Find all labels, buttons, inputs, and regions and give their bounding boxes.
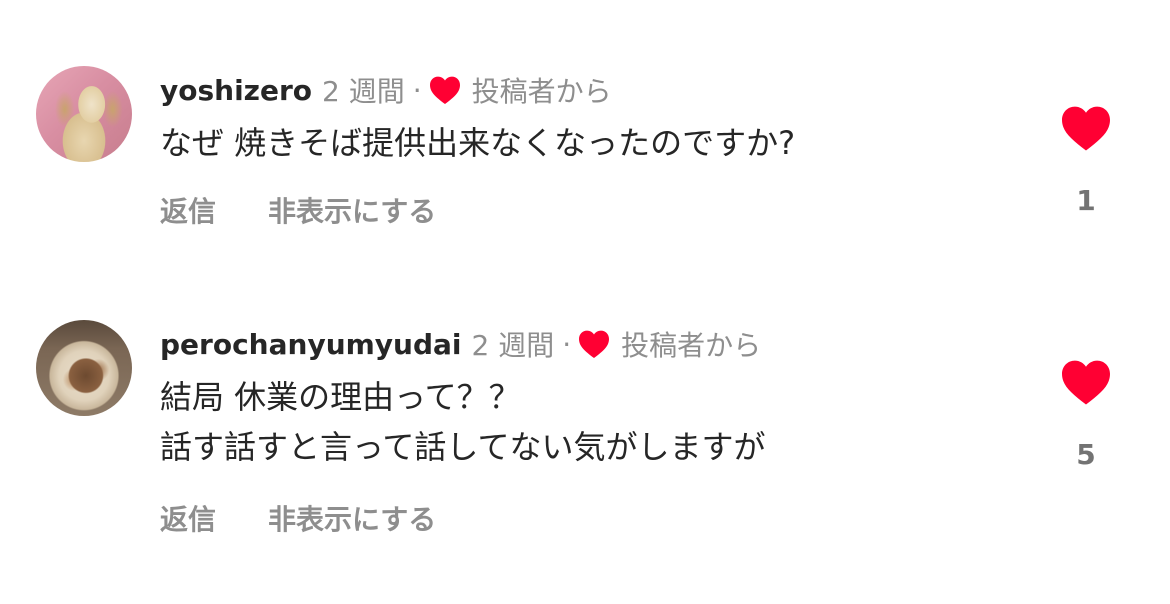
hide-button[interactable]: 非表示にする xyxy=(268,498,436,538)
comment-line: 結局 休業の理由って？？ xyxy=(160,378,521,416)
heart-icon xyxy=(577,329,611,359)
reply-button[interactable]: 返信 xyxy=(160,498,216,538)
timestamp: 2 週間 xyxy=(471,329,555,362)
username[interactable]: perochanyumyudai xyxy=(160,328,462,361)
comment-actions: 返信 非表示にする xyxy=(160,498,436,538)
comment-header: yoshizero 2 週間 · 投稿者から xyxy=(160,70,612,110)
like-control: 5 xyxy=(1058,358,1114,471)
comment-text: なぜ 焼きそば提供出来なくなったのですか? xyxy=(160,118,795,168)
like-heart-icon[interactable] xyxy=(1058,358,1114,406)
heart-icon xyxy=(428,75,462,105)
username[interactable]: yoshizero xyxy=(160,74,312,107)
like-control: 1 xyxy=(1058,104,1114,217)
hide-button[interactable]: 非表示にする xyxy=(268,190,436,230)
separator-dot: · xyxy=(412,73,422,107)
like-count[interactable]: 5 xyxy=(1058,438,1114,471)
avatar[interactable] xyxy=(36,66,132,162)
reply-button[interactable]: 返信 xyxy=(160,190,216,230)
separator-dot: · xyxy=(562,327,572,361)
comment-header: perochanyumyudai 2 週間 · 投稿者から xyxy=(160,324,761,364)
comment-line: なぜ 焼きそば提供出来なくなったのですか? xyxy=(160,124,796,162)
author-liked-label: 投稿者から xyxy=(471,75,612,108)
comment-line: 話す話すと言って話してない気がしますが xyxy=(160,428,766,466)
comment-text: 結局 休業の理由って？？ 話す話すと言って話してない気がしますが xyxy=(160,372,765,472)
like-count[interactable]: 1 xyxy=(1058,184,1114,217)
comment-actions: 返信 非表示にする xyxy=(160,190,436,230)
avatar[interactable] xyxy=(36,320,132,416)
timestamp: 2 週間 xyxy=(322,75,405,108)
like-heart-icon[interactable] xyxy=(1058,104,1114,152)
author-liked-label: 投稿者から xyxy=(621,329,762,362)
